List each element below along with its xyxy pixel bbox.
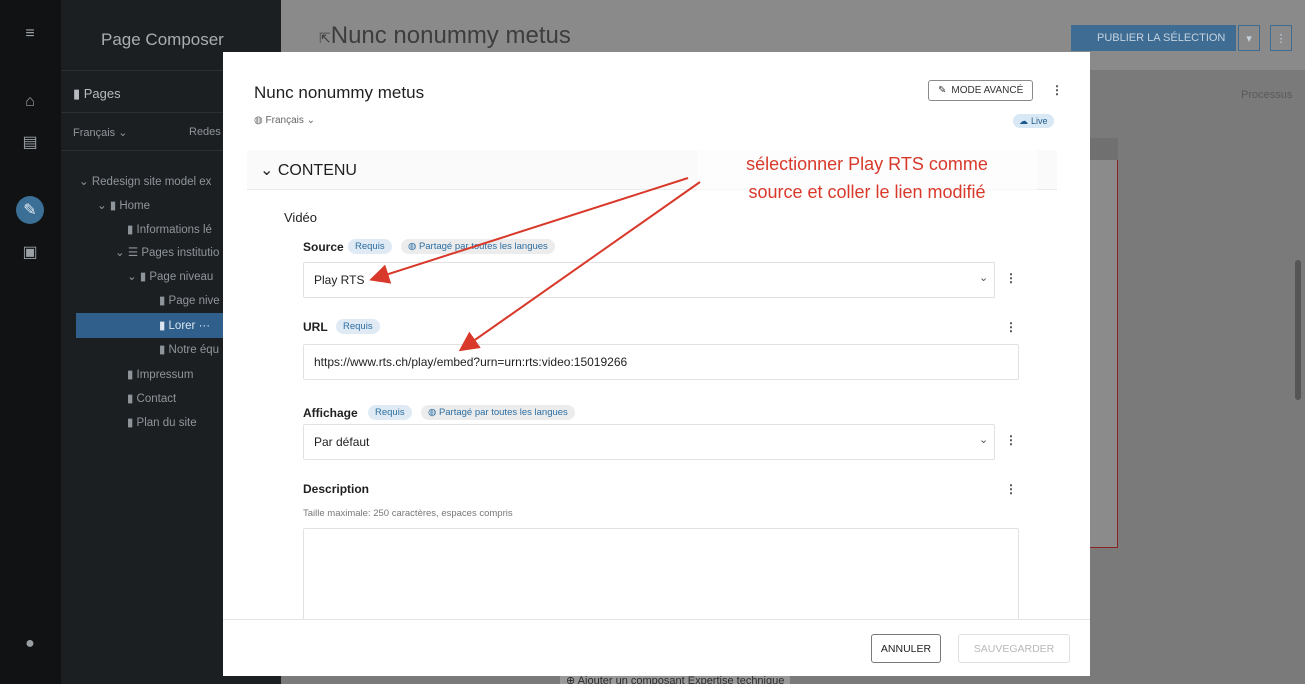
arrow-to-source bbox=[369, 177, 689, 284]
arrow-to-url bbox=[458, 181, 701, 352]
annotation-arrows bbox=[369, 177, 701, 352]
